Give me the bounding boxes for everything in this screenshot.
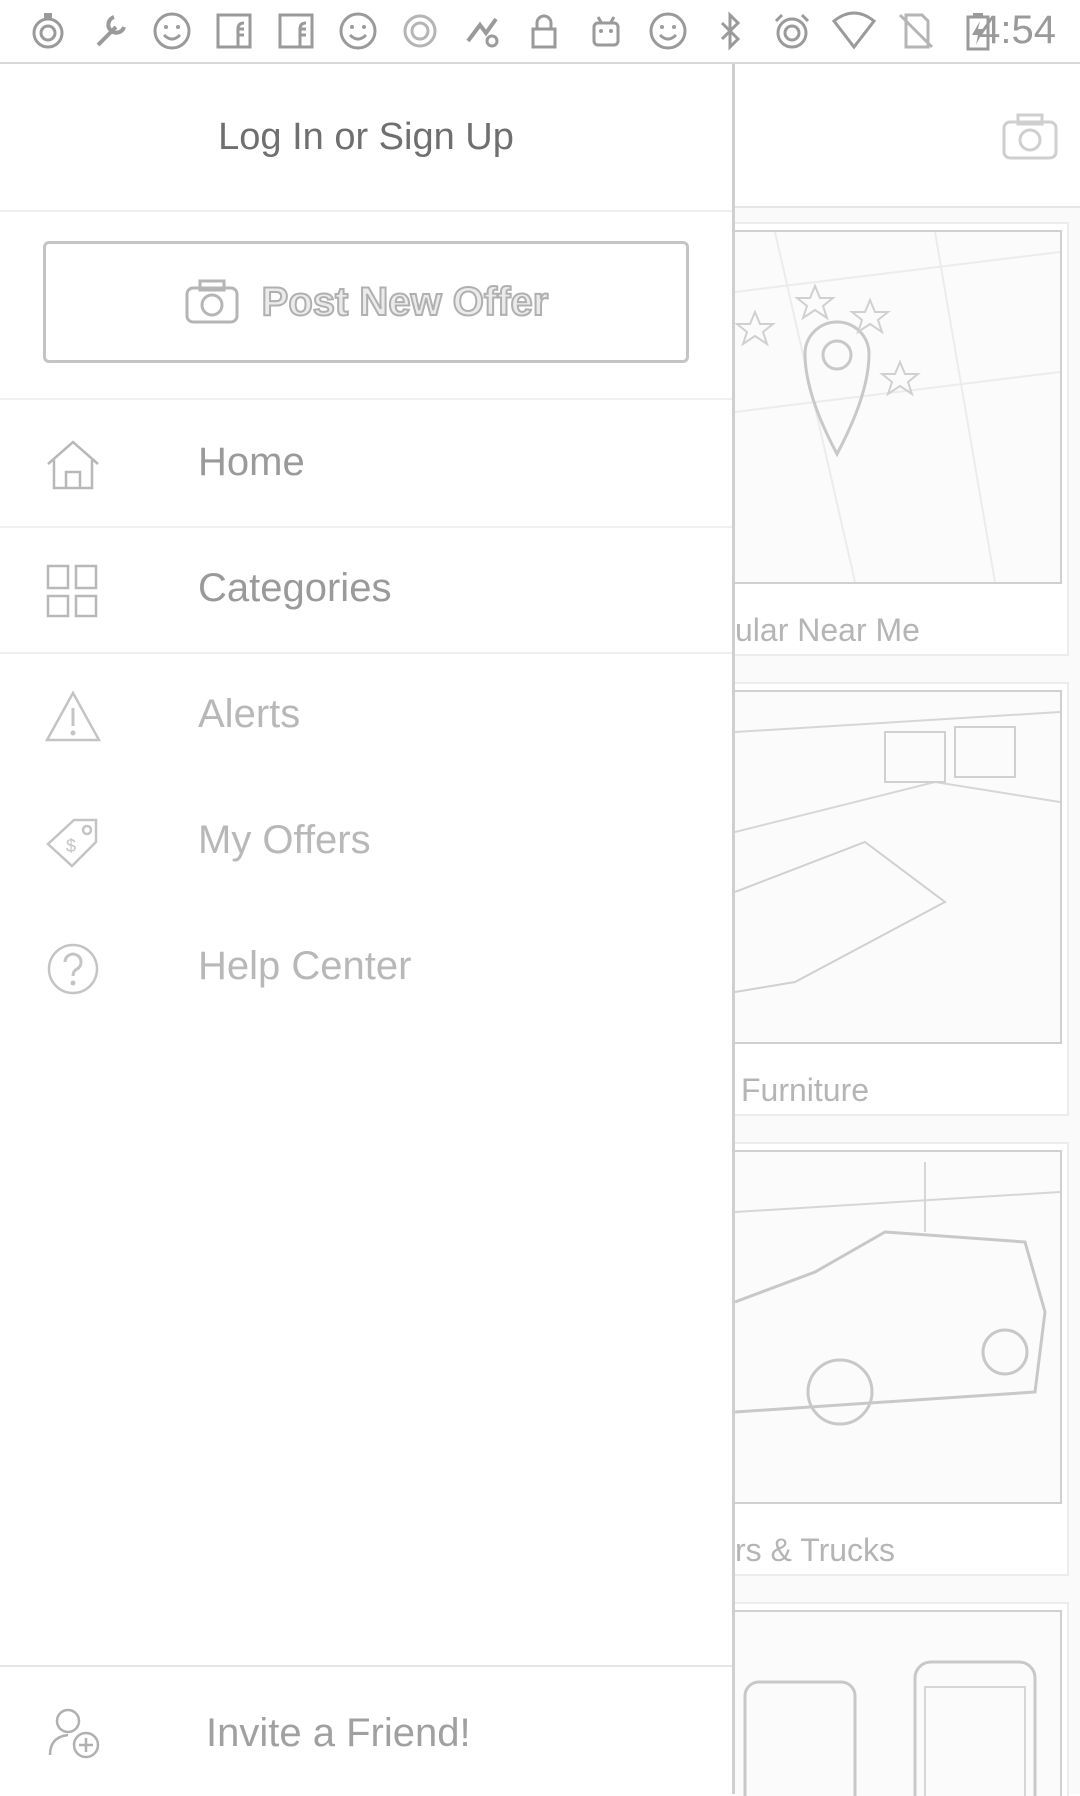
grid-icon bbox=[46, 564, 98, 618]
drawer-item-label: Alerts bbox=[198, 692, 301, 736]
android-icon bbox=[584, 9, 628, 53]
smiley-icon bbox=[150, 9, 194, 53]
drawer-item-my-offers[interactable]: $ My Offers bbox=[0, 780, 732, 904]
drawer-item-label: Categories bbox=[198, 566, 392, 610]
status-bar: 4:54 bbox=[0, 0, 1080, 64]
home-icon bbox=[47, 440, 99, 490]
drawer-item-label: Home bbox=[198, 440, 305, 484]
drawer-item-home[interactable]: Home bbox=[0, 402, 732, 526]
camera-icon[interactable] bbox=[1000, 112, 1060, 162]
drawer-item-help-center[interactable]: Help Center bbox=[0, 906, 732, 1030]
notification-icons bbox=[0, 9, 1000, 53]
navigation-drawer: Log In or Sign Up Post New Offer Home Ca… bbox=[0, 64, 735, 1794]
circle-app-icon bbox=[398, 9, 442, 53]
game-icon bbox=[460, 9, 504, 53]
bluetooth-icon bbox=[708, 9, 752, 53]
main-toolbar bbox=[735, 64, 1080, 208]
svg-text:$: $ bbox=[66, 836, 76, 856]
wifi-icon bbox=[832, 9, 876, 53]
phones-illustration bbox=[743, 1660, 1037, 1796]
clock: 4:54 bbox=[978, 8, 1056, 52]
map-pin-illustration bbox=[735, 232, 1060, 582]
lock-icon bbox=[522, 9, 566, 53]
divider bbox=[0, 398, 732, 400]
card-caption: Furniture bbox=[741, 1072, 870, 1108]
furniture-illustration bbox=[735, 711, 1060, 993]
card-image bbox=[735, 1610, 1062, 1796]
card-image bbox=[735, 690, 1062, 1044]
smiley-icon bbox=[336, 9, 380, 53]
tag-icon: $ bbox=[46, 818, 98, 868]
invite-friend-label: Invite a Friend! bbox=[206, 1711, 471, 1755]
timer-icon bbox=[26, 9, 70, 53]
card-image bbox=[735, 230, 1062, 584]
login-signup-link[interactable]: Log In or Sign Up bbox=[0, 64, 732, 212]
card-caption: ular Near Me bbox=[735, 612, 920, 648]
alarm-icon bbox=[770, 9, 814, 53]
drawer-item-label: Help Center bbox=[198, 944, 412, 988]
smiley-icon bbox=[646, 9, 690, 53]
drawer-item-categories[interactable]: Categories bbox=[0, 528, 732, 652]
drawer-item-alerts[interactable]: Alerts bbox=[0, 654, 732, 778]
category-card[interactable]: ular Near Me bbox=[735, 222, 1069, 656]
invite-friend-item[interactable]: Invite a Friend! bbox=[0, 1665, 732, 1796]
card-caption: rs & Trucks bbox=[735, 1532, 896, 1568]
facebook-icon bbox=[212, 9, 256, 53]
card-image bbox=[735, 1150, 1062, 1504]
post-new-offer-button[interactable]: Post New Offer bbox=[43, 241, 689, 363]
category-card[interactable] bbox=[735, 1602, 1069, 1796]
category-card[interactable]: Furniture bbox=[735, 682, 1069, 1116]
post-new-offer-label: Post New Offer bbox=[261, 279, 550, 325]
car-illustration bbox=[735, 1162, 1060, 1426]
add-friend-icon bbox=[48, 1708, 100, 1759]
wrench-icon bbox=[88, 9, 132, 53]
drawer-item-label: My Offers bbox=[198, 818, 371, 862]
category-card[interactable]: rs & Trucks bbox=[735, 1142, 1069, 1576]
camera-icon bbox=[185, 279, 239, 324]
no-sim-icon bbox=[894, 9, 938, 53]
help-icon bbox=[47, 943, 99, 995]
alert-icon bbox=[44, 690, 102, 742]
facebook-icon bbox=[274, 9, 318, 53]
